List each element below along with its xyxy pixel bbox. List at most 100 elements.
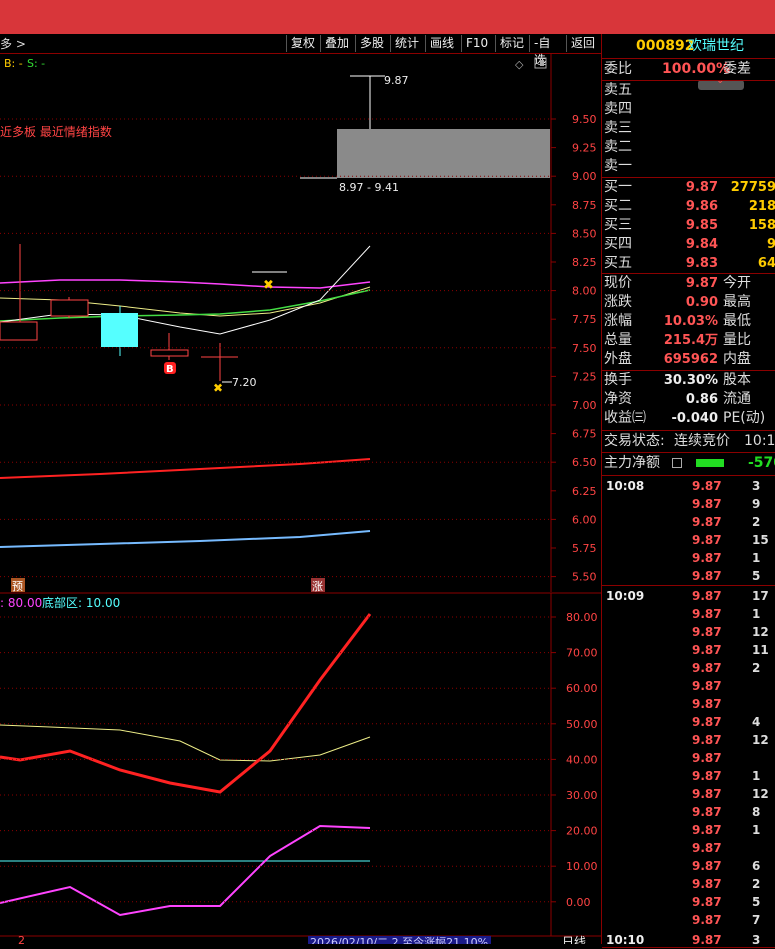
stat-right-label: 流通 [723, 391, 751, 407]
buy-level-volume: 27759 [730, 180, 775, 195]
sell-level-label: 卖一 [604, 158, 632, 174]
price-axis-label: 7.25 [572, 370, 597, 383]
buy-level-label: 买一 [604, 179, 632, 195]
weibi-value: 100.00% [662, 61, 731, 77]
sell-level-row[interactable]: 卖五 [602, 81, 775, 100]
tick-volume: 5 [752, 895, 761, 909]
list-icon[interactable] [672, 458, 682, 468]
kline-chart-svg[interactable]: B: - S: - 近多板 最近情绪指数 ◇ 9.87 8.97 - 9.41 … [0, 54, 601, 949]
indicator-axis-label: 10.00 [566, 860, 598, 873]
buy-level-volume: 9 [766, 237, 775, 252]
buy-level-price: 9.83 [685, 256, 718, 271]
toolbar-button[interactable]: -自选 [529, 35, 566, 67]
stat-right-label: 今开 [723, 275, 751, 291]
period-button[interactable]: 日线 [562, 935, 586, 949]
sell-level-label: 卖四 [604, 101, 632, 117]
tick-price: 9.87 [692, 643, 722, 657]
indicator-axis-label: 0.00 [566, 896, 591, 909]
toolbar-button[interactable]: 复权 [286, 35, 320, 52]
quote-stat-row: 换手 30.30% 股本 [602, 371, 775, 390]
quote-stat-row: 净资 0.86 流通 [602, 390, 775, 409]
tick-volume: 2 [752, 515, 761, 529]
toolbar-button[interactable]: 返回 [566, 35, 600, 52]
buy-level-price: 9.84 [685, 237, 718, 252]
toolbar-button[interactable]: 多股 [355, 35, 390, 52]
toolbar-button[interactable]: F10 [461, 35, 495, 52]
buy-level-volume: 64 [757, 256, 775, 271]
price-low-label: 7.20 [232, 376, 257, 389]
tick-price: 9.87 [692, 841, 722, 855]
tick-price: 9.87 [692, 551, 722, 565]
price-axis-label: 8.25 [572, 256, 597, 269]
tick-time: 10:09 [606, 589, 645, 603]
trade-time: 10:10 [744, 433, 775, 449]
tick-row: 9.87 1 [604, 821, 775, 839]
trade-status-label: 交易状态: [604, 433, 665, 449]
stat-right-label: 股本 [723, 372, 751, 388]
price-axis-label: 7.75 [572, 313, 597, 326]
toolbar-button[interactable]: 画线 [425, 35, 461, 52]
tick-price: 9.87 [692, 751, 722, 765]
quote-stat-row: 涨幅 10.03% 最低 [602, 312, 775, 331]
tick-row: 9.87 5 [604, 893, 775, 911]
sell-level-row[interactable]: 卖四 [602, 100, 775, 119]
tick-row: 9.87 [604, 839, 775, 857]
stock-header[interactable]: 000892 欢瑞世纪 [602, 34, 775, 59]
stat-value: 10.03% [663, 314, 718, 329]
weicha-label: 委差 [723, 61, 751, 77]
price-axis-label: 9.25 [572, 142, 597, 155]
sell-level-row[interactable]: 卖一 [602, 157, 775, 176]
stat-value: 0.90 [685, 295, 718, 310]
buy-level-row[interactable]: 买一 9.87 27759 [602, 178, 775, 197]
indicator-axis-label: 20.00 [566, 825, 598, 838]
indicator-axis-label: 80.00 [566, 611, 598, 624]
sell-level-label: 卖二 [604, 139, 632, 155]
stat-label: 换手 [604, 372, 632, 388]
buy-level-row[interactable]: 买二 9.86 218 [602, 197, 775, 216]
tick-volume: 1 [752, 551, 761, 565]
trade-status-row: 交易状态: 连续竞价 10:10 [602, 432, 775, 451]
tick-price: 9.87 [692, 589, 722, 603]
tick-volume: 12 [752, 787, 769, 801]
buy-level-row[interactable]: 买三 9.85 158 [602, 216, 775, 235]
tick-volume: 1 [752, 607, 761, 621]
stat-right-label: 内盘 [723, 351, 751, 367]
stat-value: -0.040 [671, 411, 718, 426]
price-axis-label: 6.25 [572, 485, 597, 498]
legend-b: B: - [4, 57, 23, 70]
stat-right-label: 最低 [723, 313, 751, 329]
tick-price: 9.87 [692, 715, 722, 729]
star-marker-icon: ✖ [213, 381, 223, 395]
buy-level-price: 9.86 [685, 199, 718, 214]
trade-status-value: 连续竞价 [674, 433, 730, 449]
buy-level-row[interactable]: 买五 9.83 64 [602, 254, 775, 273]
tick-row: 9.87 4 [604, 713, 775, 731]
tick-price: 9.87 [692, 661, 722, 675]
stat-right-label: 最高 [723, 294, 751, 310]
tick-volume: 9 [752, 497, 761, 511]
tick-row: 9.87 2 [604, 875, 775, 893]
diamond-icon[interactable]: ◇ [515, 58, 524, 71]
stat-label: 净资 [604, 391, 632, 407]
sell-level-row[interactable]: 卖二 [602, 138, 775, 157]
price-axis-label: 6.75 [572, 428, 597, 441]
toolbar-button[interactable]: 统计 [390, 35, 425, 52]
tick-price: 9.87 [692, 733, 722, 747]
price-axis-label: 8.50 [572, 227, 597, 240]
stat-label: 涨跌 [604, 294, 632, 310]
chart-area[interactable]: B: - S: - 近多板 最近情绪指数 ◇ 9.87 8.97 - 9.41 … [0, 54, 601, 949]
main-net-label: 主力净额 [604, 455, 660, 471]
price-axis-label: 8.75 [572, 199, 597, 212]
tick-volume: 8 [752, 805, 761, 819]
tick-row: 9.87 11 [604, 641, 775, 659]
tick-volume: 12 [752, 733, 769, 747]
sell-level-row[interactable]: 卖三 [602, 119, 775, 138]
toolbar-button[interactable]: 标记 [495, 35, 529, 52]
price-axis-label: 6.50 [572, 456, 597, 469]
toolbar-button[interactable]: 叠加 [320, 35, 355, 52]
buy-level-row[interactable]: 买四 9.84 9 [602, 235, 775, 254]
tick-price: 9.87 [692, 479, 722, 493]
breadcrumb[interactable]: 多 > [0, 35, 26, 52]
quote-stat-row: 外盘 695962 内盘 [602, 350, 775, 369]
tick-row: 9.87 15 [604, 531, 775, 549]
